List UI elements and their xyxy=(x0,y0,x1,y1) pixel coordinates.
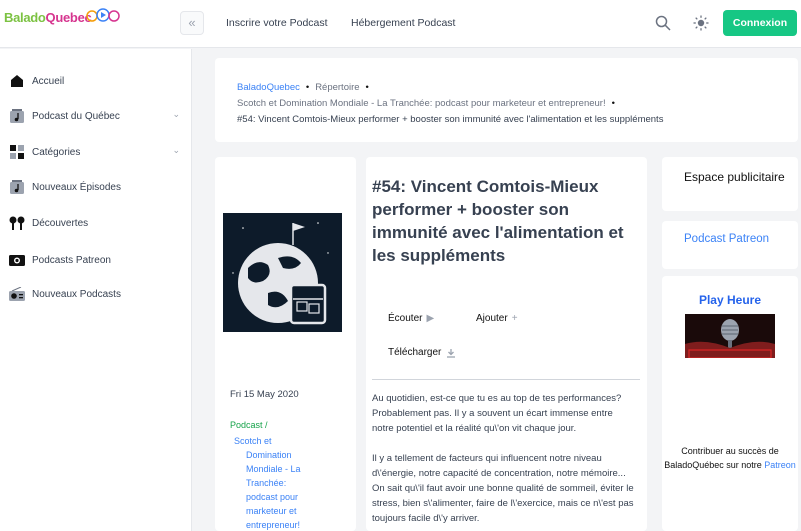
episode-date: Fri 15 May 2020 xyxy=(230,389,299,400)
podcast-label: Podcast / xyxy=(230,420,268,430)
grid-icon xyxy=(8,143,26,161)
collapse-sidebar-button[interactable]: « xyxy=(180,11,204,35)
patreon-podcast-title[interactable]: Podcast Patreon xyxy=(684,232,769,247)
breadcrumb-separator: • xyxy=(611,98,615,109)
sidebar-item-new-episodes[interactable]: Nouveaux Épisodes xyxy=(8,177,184,197)
chevron-down-icon: ⌄ xyxy=(172,145,180,155)
podcast-name-line: marketeur et xyxy=(246,506,297,516)
breadcrumb-current: #54: Vincent Comtois-Mieux performer + b… xyxy=(237,114,664,125)
sidebar-item-label: Nouveaux Podcasts xyxy=(32,288,121,300)
episode-description: Au quotidien, est-ce que tu es au top de… xyxy=(372,391,634,531)
site-logo[interactable]: BaladoQuebec xyxy=(4,8,120,25)
podcast-name-line: Scotch et xyxy=(234,436,272,446)
contribute-label: Contribuer au succès de BaladoQuébec sur… xyxy=(664,446,779,470)
camera-icon xyxy=(8,251,26,269)
breadcrumb-home-link[interactable]: BaladoQuebec xyxy=(237,82,300,93)
sidebar-item-label: Nouveaux Épisodes xyxy=(32,181,121,193)
sidebar-item-discoveries[interactable]: Découvertes xyxy=(8,213,184,233)
sidebar-item-quebec-podcasts[interactable]: Podcast du Québec ⌄ xyxy=(8,106,184,126)
description-paragraph: Au quotidien, est-ce que tu es au top de… xyxy=(372,393,622,434)
podcast-name-line: podcast pour xyxy=(246,492,299,502)
podcast-name-line: Domination xyxy=(246,450,292,460)
listen-button[interactable]: Écouter ▶ xyxy=(388,313,434,324)
episode-main-column: #54: Vincent Comtois-Mieux performer + b… xyxy=(366,157,647,531)
ad-space-card: Espace publicitaire xyxy=(662,157,798,211)
description-paragraph: Il y a tellement de facteurs qui influen… xyxy=(372,453,634,524)
sidebar-item-categories[interactable]: Catégories ⌄ xyxy=(8,142,184,162)
sidebar-item-label: Accueil xyxy=(32,75,65,87)
patreon-link[interactable]: Patreon xyxy=(764,460,796,470)
download-icon xyxy=(447,348,456,358)
logo-text: BaladoQuebec xyxy=(4,10,92,25)
sidebar-item-label: Podcast du Québec xyxy=(32,110,120,122)
breadcrumb: BaladoQuebec • Répertoire • Scotch et Domin… xyxy=(215,58,798,142)
nav-link-submit-podcast[interactable]: Inscrire votre Podcast xyxy=(226,17,328,29)
breadcrumb-directory-link[interactable]: Répertoire xyxy=(315,82,359,93)
breadcrumb-separator: • xyxy=(365,82,369,93)
podcast-cover-image[interactable] xyxy=(223,213,342,332)
podcast-name-line: Mondiale - La xyxy=(246,464,301,474)
search-icon[interactable] xyxy=(655,15,671,31)
earbuds-icon xyxy=(8,214,26,232)
top-header: BaladoQuebec « Inscrire votre Podcast Hé… xyxy=(0,0,801,48)
download-button[interactable]: Télécharger xyxy=(388,347,456,358)
chevron-down-icon: ⌄ xyxy=(172,109,180,119)
breadcrumb-podcast-link[interactable]: Scotch et Domination Mondiale - La Tranc… xyxy=(237,98,606,109)
logo-bubbles-icon xyxy=(86,8,120,22)
sidebar: Accueil Podcast du Québec ⌄ Catégories ⌄… xyxy=(0,49,192,531)
radio-icon xyxy=(8,285,26,303)
ad-space-title: Espace publicitaire xyxy=(684,170,785,184)
breadcrumb-separator: • xyxy=(305,82,310,93)
play-heure-title[interactable]: Play Heure xyxy=(662,293,798,307)
music-note-icon xyxy=(8,178,26,196)
sidebar-item-label: Découvertes xyxy=(32,217,89,229)
add-label: Ajouter xyxy=(476,313,508,324)
play-heure-card: Play Heure Contribuer au succès de Balad… xyxy=(662,276,798,531)
episode-title: #54: Vincent Comtois-Mieux performer + b… xyxy=(372,177,624,265)
podcast-name-line: entrepreneur! xyxy=(246,520,301,530)
contribute-text: Contribuer au succès de BaladoQuébec sur… xyxy=(662,444,798,472)
patreon-podcast-card: Podcast Patreon xyxy=(662,221,798,269)
add-button[interactable]: Ajouter + xyxy=(476,313,518,324)
sidebar-item-patreon-podcasts[interactable]: Podcasts Patreon xyxy=(8,250,184,270)
listen-label: Écouter xyxy=(388,313,423,324)
double-chevron-left-icon: « xyxy=(188,15,196,30)
play-icon: ▶ xyxy=(426,313,435,324)
podcast-name-line: Tranchée: xyxy=(246,478,287,488)
play-heure-image[interactable] xyxy=(685,314,775,358)
home-icon xyxy=(8,72,26,90)
theme-toggle-sun-icon[interactable] xyxy=(693,15,709,31)
sidebar-item-new-podcasts[interactable]: Nouveaux Podcasts xyxy=(8,284,184,304)
divider xyxy=(372,379,640,380)
episode-info-column: Fri 15 May 2020 Podcast / Scotch et Domi… xyxy=(215,157,356,531)
download-label: Télécharger xyxy=(388,347,442,358)
podcast-name-link[interactable]: Scotch et Domination Mondiale - La Tranc… xyxy=(234,434,334,531)
sidebar-item-label: Catégories xyxy=(32,146,81,158)
plus-icon: + xyxy=(511,313,518,324)
sidebar-item-home[interactable]: Accueil xyxy=(8,71,184,91)
sidebar-item-label: Podcasts Patreon xyxy=(32,254,111,266)
login-button[interactable]: Connexion xyxy=(723,10,797,36)
nav-link-hosting[interactable]: Hébergement Podcast xyxy=(351,17,455,29)
music-note-icon xyxy=(8,107,26,125)
